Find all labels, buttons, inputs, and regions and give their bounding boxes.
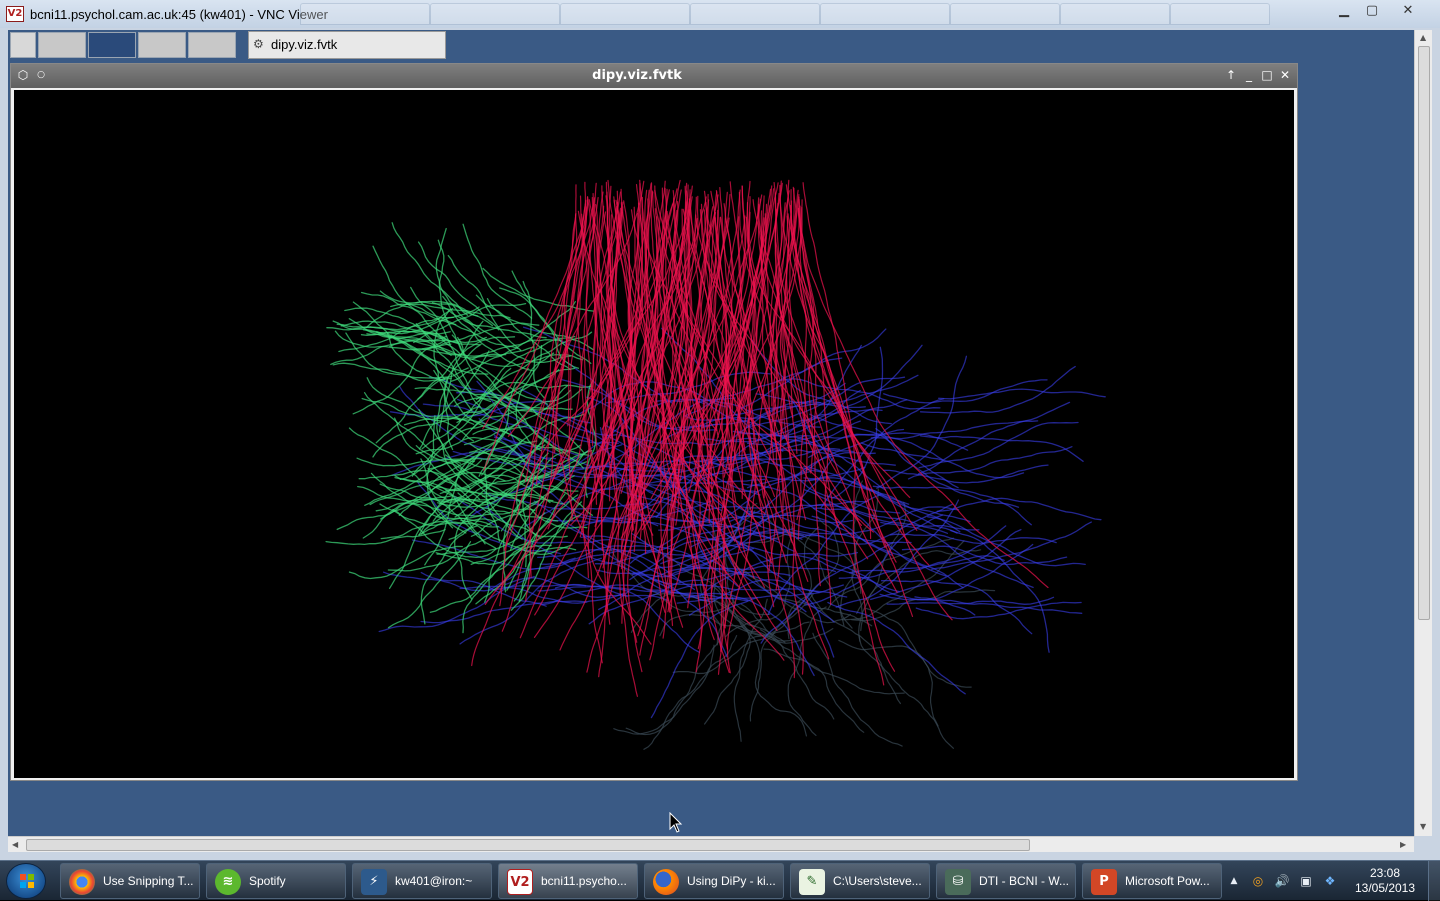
mouse-cursor-icon bbox=[669, 812, 683, 833]
taskbar-item-label: DTI - BCNI - W... bbox=[979, 874, 1069, 888]
vnc-minimize-button[interactable]: ▁ bbox=[1330, 2, 1358, 20]
ghost-tab bbox=[820, 3, 950, 25]
horizontal-scrollbar[interactable]: ◀ ▶ bbox=[8, 836, 1414, 852]
remote-task-item[interactable]: ⚙ dipy.viz.fvtk bbox=[248, 31, 446, 59]
clock[interactable]: 23:08 13/05/2013 bbox=[1352, 866, 1418, 896]
tractography-render-view[interactable] bbox=[14, 90, 1294, 778]
network-icon: ⛁ bbox=[945, 869, 971, 895]
taskbar-item-label: Using DiPy - ki... bbox=[687, 874, 776, 888]
taskbar-item-powerpoint[interactable]: P Microsoft Pow... bbox=[1082, 863, 1222, 899]
taskbar-item-label: bcni11.psycho... bbox=[541, 874, 627, 888]
fvtk-window: ⬡ ○ dipy.viz.fvtk ↑ _ □ ✕ bbox=[10, 63, 1298, 781]
chrome-icon bbox=[69, 869, 95, 895]
vnc-window-title: bcni11.psychol.cam.ac.uk:45 (kw401) - VN… bbox=[30, 7, 328, 22]
remote-desktop[interactable]: ⚙ dipy.viz.fvtk ⬡ ○ dipy.viz.fvtk ↑ _ □ … bbox=[8, 30, 1414, 836]
firefox-icon bbox=[653, 869, 679, 895]
volume-icon[interactable]: 🔊 bbox=[1274, 873, 1290, 889]
gear-icon: ⚙ bbox=[253, 37, 264, 51]
show-desktop-button[interactable] bbox=[10, 32, 36, 58]
windows-taskbar: Use Snipping T... ≋ Spotify ⚡ kw401@iron… bbox=[0, 860, 1440, 901]
ghost-tab bbox=[950, 3, 1060, 25]
taskbar-item-label: Spotify bbox=[249, 874, 286, 888]
ghost-tab bbox=[300, 3, 430, 25]
taskbar-item-label: Use Snipping T... bbox=[103, 874, 194, 888]
workspace-3[interactable] bbox=[138, 32, 186, 58]
fvtk-raise-button[interactable]: ↑ bbox=[1223, 67, 1239, 83]
system-tray: ▲ ◎ 🔊 ▣ ❖ bbox=[1222, 863, 1352, 899]
notepad-icon: ✎ bbox=[799, 869, 825, 895]
workspace-2[interactable] bbox=[88, 32, 136, 58]
vnc-icon: V2 bbox=[507, 869, 533, 895]
app-tray-icon[interactable]: ◎ bbox=[1250, 873, 1266, 889]
remote-panel: ⚙ dipy.viz.fvtk bbox=[8, 30, 1414, 60]
ghost-tab bbox=[1170, 3, 1270, 25]
taskbar-item-vnc[interactable]: V2 bcni11.psycho... bbox=[498, 863, 638, 899]
putty-icon: ⚡ bbox=[361, 869, 387, 895]
powerpoint-icon: P bbox=[1091, 869, 1117, 895]
vnc-app-icon: V2 bbox=[6, 6, 24, 22]
vnc-titlebar[interactable]: V2 bcni11.psychol.cam.ac.uk:45 (kw401) -… bbox=[0, 0, 1440, 28]
remote-task-item-label: dipy.viz.fvtk bbox=[271, 37, 338, 52]
workspace-4[interactable] bbox=[188, 32, 236, 58]
taskbar-item-firefox[interactable]: Using DiPy - ki... bbox=[644, 863, 784, 899]
workspace-1[interactable] bbox=[38, 32, 86, 58]
vnc-close-button[interactable]: ✕ bbox=[1394, 2, 1422, 20]
clock-date: 13/05/2013 bbox=[1354, 881, 1416, 895]
tractography-streamlines bbox=[325, 179, 1106, 750]
clock-time: 23:08 bbox=[1369, 866, 1401, 880]
scroll-up-icon[interactable]: ▲ bbox=[1420, 33, 1426, 42]
ghost-tab bbox=[560, 3, 690, 25]
taskbar-item-notepad[interactable]: ✎ C:\Users\steve... bbox=[790, 863, 930, 899]
taskbar-item-label: Microsoft Pow... bbox=[1125, 874, 1210, 888]
taskbar-item-label: kw401@iron:~ bbox=[395, 874, 473, 888]
taskbar-item-network[interactable]: ⛁ DTI - BCNI - W... bbox=[936, 863, 1076, 899]
fvtk-titlebar[interactable]: ⬡ ○ dipy.viz.fvtk ↑ _ □ ✕ bbox=[11, 64, 1297, 88]
vnc-viewer-window: V2 bcni11.psychol.cam.ac.uk:45 (kw401) -… bbox=[0, 0, 1440, 860]
dropbox-icon[interactable]: ❖ bbox=[1322, 873, 1338, 889]
scroll-right-icon[interactable]: ▶ bbox=[1400, 840, 1406, 849]
taskbar-item-label: C:\Users\steve... bbox=[833, 874, 922, 888]
spotify-icon: ≋ bbox=[215, 869, 241, 895]
taskbar-item-spotify[interactable]: ≋ Spotify bbox=[206, 863, 346, 899]
taskbar-item-snipping[interactable]: Use Snipping T... bbox=[60, 863, 200, 899]
vertical-scroll-thumb[interactable] bbox=[1418, 46, 1430, 620]
show-hidden-icons-icon[interactable]: ▲ bbox=[1226, 873, 1242, 889]
ghost-tab bbox=[1060, 3, 1170, 25]
ghost-tab bbox=[690, 3, 820, 25]
horizontal-scroll-thumb[interactable] bbox=[26, 839, 1030, 851]
network-tray-icon[interactable]: ▣ bbox=[1298, 873, 1314, 889]
scroll-down-icon[interactable]: ▼ bbox=[1420, 822, 1426, 831]
taskbar-item-putty[interactable]: ⚡ kw401@iron:~ bbox=[352, 863, 492, 899]
start-button[interactable] bbox=[6, 863, 46, 899]
vnc-maximize-button[interactable]: ▢ bbox=[1358, 2, 1386, 20]
fvtk-window-title: dipy.viz.fvtk bbox=[592, 68, 682, 83]
fvtk-maximize-button[interactable]: □ bbox=[1259, 67, 1275, 83]
windows-logo-icon bbox=[20, 874, 34, 888]
vertical-scrollbar[interactable]: ▲ ▼ bbox=[1414, 30, 1432, 836]
fvtk-close-button[interactable]: ✕ bbox=[1277, 67, 1293, 83]
background-browser-tabs bbox=[300, 3, 1320, 25]
scroll-left-icon[interactable]: ◀ bbox=[12, 840, 18, 849]
ghost-tab bbox=[430, 3, 560, 25]
fvtk-minimize-button[interactable]: _ bbox=[1241, 67, 1257, 83]
show-desktop-strip[interactable] bbox=[1428, 861, 1440, 901]
